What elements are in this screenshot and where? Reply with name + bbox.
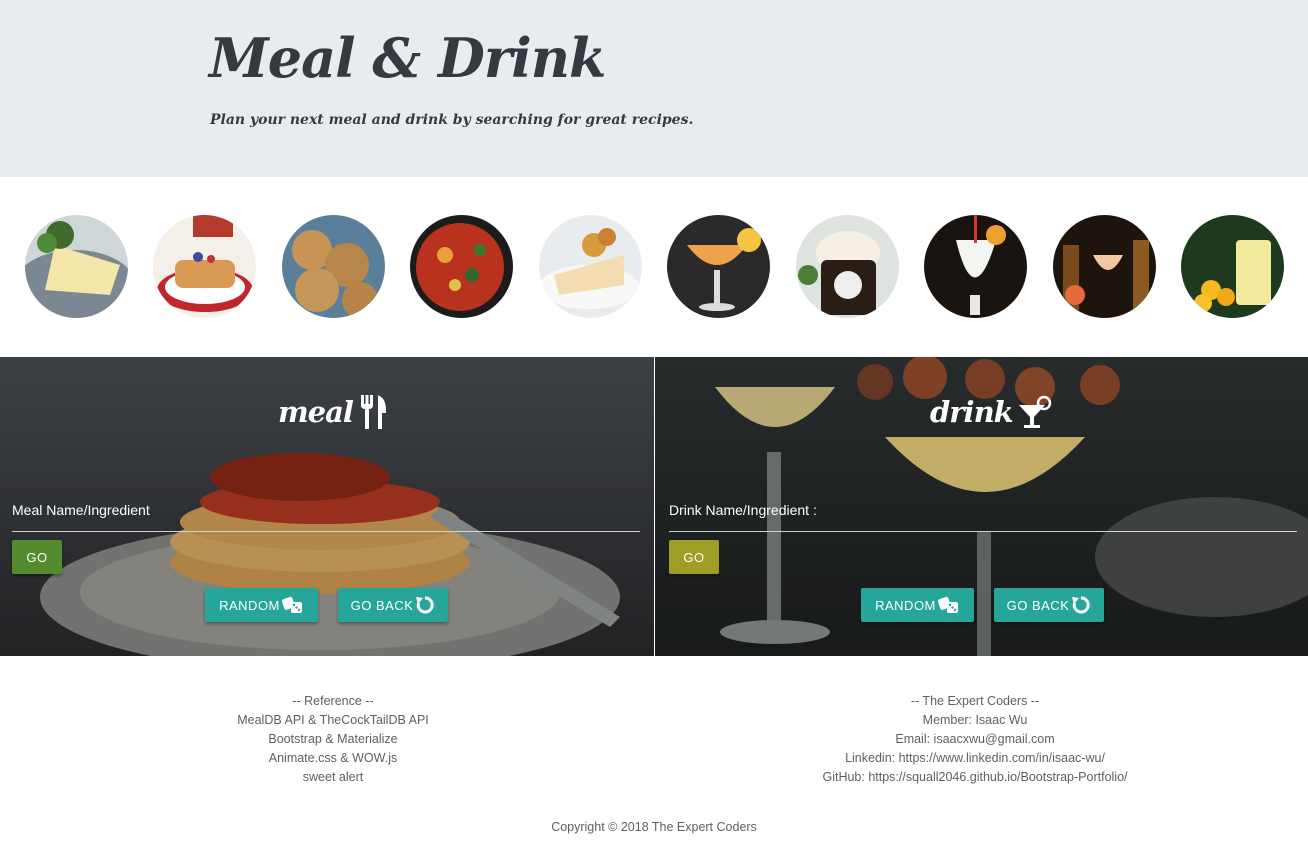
page-subtitle: Plan your next meal and drink by searchi… [210, 112, 694, 128]
omelette-photo [25, 215, 128, 318]
meal-title: meal [278, 395, 387, 429]
meal-go-button[interactable]: GO [12, 540, 62, 574]
meal-random-label: RANDOM [219, 597, 280, 613]
drink-search-input[interactable] [669, 497, 1297, 532]
root-beer-float-photo [796, 215, 899, 318]
drink-title-text: drink [930, 395, 1014, 429]
drink-go-label: GO [683, 549, 705, 565]
stir-fry-photo [410, 215, 513, 318]
footer-team-heading: -- The Expert Coders -- [910, 694, 1040, 708]
footer-email: Email: isaacxwu@gmail.com [895, 732, 1055, 746]
meal-title-text: meal [278, 395, 354, 429]
meal-goback-button[interactable]: GO BACK [338, 588, 448, 622]
dice-icon [937, 596, 958, 613]
meal-go-label: GO [26, 549, 48, 565]
copyright: Copyright © 2018 The Expert Coders [551, 820, 757, 834]
footer-github: GitHub: https://squall2046.github.io/Boo… [822, 770, 1128, 784]
footer-reference-item: MealDB API & TheCockTailDB API [237, 713, 429, 727]
footer-reference-item: Animate.css & WOW.js [268, 751, 398, 765]
footer-team: -- The Expert Coders -- Member: Isaac Wu… [775, 692, 1175, 787]
footer-reference-item: sweet alert [302, 770, 364, 784]
footer-reference: -- Reference -- MealDB API & TheCockTail… [163, 692, 503, 787]
footer-linkedin: Linkedin: https://www.linkedin.com/in/is… [845, 751, 1105, 765]
drink-goback-label: GO BACK [1006, 597, 1070, 613]
cocktail-icon [1018, 395, 1052, 428]
pancakes-berries-photo [153, 215, 256, 318]
meal-goback-label: GO BACK [350, 597, 414, 613]
bar-bottles-photo [1053, 215, 1156, 318]
footer-member: Member: Isaac Wu [922, 713, 1028, 727]
drink-random-button[interactable]: RANDOM [861, 588, 974, 622]
undo-icon [1072, 596, 1091, 614]
page-title: Meal & Drink [209, 26, 606, 90]
orange-cocktail-photo [667, 215, 770, 318]
drink-go-button[interactable]: GO [669, 540, 719, 574]
undo-icon [416, 596, 435, 614]
cake-slice-photo [539, 215, 642, 318]
cookies-photo [282, 215, 385, 318]
utensils-icon [360, 395, 386, 429]
header-jumbotron: Meal & Drink Plan your next meal and dri… [0, 0, 1308, 177]
footer-reference-heading: -- Reference -- [292, 694, 374, 708]
meal-search-input[interactable] [12, 497, 640, 532]
pina-colada-photo [924, 215, 1027, 318]
drink-random-label: RANDOM [875, 597, 936, 613]
dice-icon [281, 596, 302, 613]
drink-title: drink [930, 395, 1053, 429]
footer-reference-item: Bootstrap & Materialize [268, 732, 398, 746]
drink-goback-button[interactable]: GO BACK [994, 588, 1104, 622]
lemonade-photo [1181, 215, 1284, 318]
drink-panel: drink Drink Name/Ingredient : GO RANDOM … [655, 357, 1308, 656]
meal-random-button[interactable]: RANDOM [205, 588, 318, 622]
meal-panel: meal Meal Name/Ingredient GO RANDOM GO B… [0, 357, 654, 656]
